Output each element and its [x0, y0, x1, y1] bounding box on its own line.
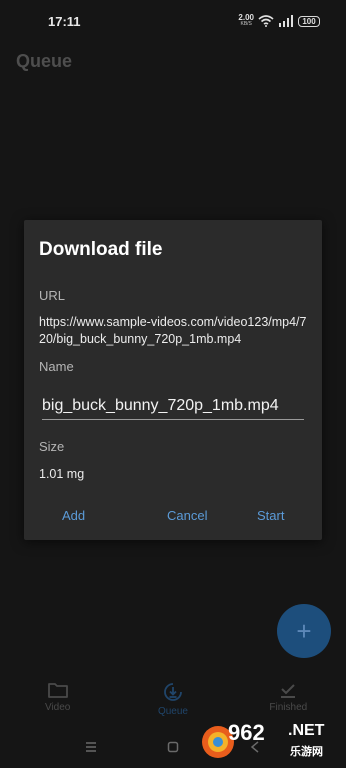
name-field[interactable]: big_buck_bunny_720p_1mb.mp4 — [42, 392, 304, 420]
signal-icon — [279, 15, 293, 27]
network-speed: 2.00 KB/S — [238, 14, 254, 28]
network-speed-value: 2.00 — [238, 13, 254, 22]
page-title: Queue — [16, 51, 73, 71]
watermark-site-name: 乐游网 — [290, 746, 323, 758]
url-value: https://www.sample-videos.com/video123/m… — [39, 315, 307, 346]
add-download-button[interactable]: + — [277, 604, 331, 658]
menu-icon[interactable] — [85, 741, 97, 753]
name-label: Name — [39, 359, 74, 374]
plus-icon: + — [296, 616, 312, 646]
nav-item-video[interactable]: Video — [8, 672, 108, 732]
size-value: 1.01 mg — [39, 467, 85, 481]
network-speed-unit: KB/S — [240, 21, 252, 27]
add-button[interactable]: Add — [62, 508, 85, 523]
download-circle-icon — [164, 683, 182, 701]
download-file-dialog: Download file URL https://www.sample-vid… — [24, 220, 322, 540]
battery-indicator: 100 — [298, 15, 320, 27]
wifi-icon — [258, 15, 274, 27]
nav-item-label: Finished — [269, 702, 308, 713]
watermark-net: .NET — [288, 722, 325, 739]
watermark-number: 962 — [228, 720, 265, 745]
folder-icon — [47, 683, 68, 698]
cancel-button[interactable]: Cancel — [167, 508, 207, 523]
nav-item-label: Video — [44, 702, 71, 713]
checkmark-icon — [281, 684, 296, 698]
status-bar: 17:11 2.00 KB/S 100 — [0, 0, 346, 42]
size-label: Size — [39, 439, 65, 454]
nav-item-label: Queue — [157, 706, 188, 717]
dialog-title: Download file — [39, 239, 163, 260]
status-icons: 2.00 KB/S 100 — [238, 14, 320, 28]
watermark-logo: 962 .NET 乐游网 — [200, 718, 346, 768]
home-icon[interactable] — [167, 741, 179, 753]
start-button[interactable]: Start — [257, 508, 284, 523]
url-label: URL — [39, 288, 66, 303]
status-time: 17:11 — [48, 13, 81, 29]
